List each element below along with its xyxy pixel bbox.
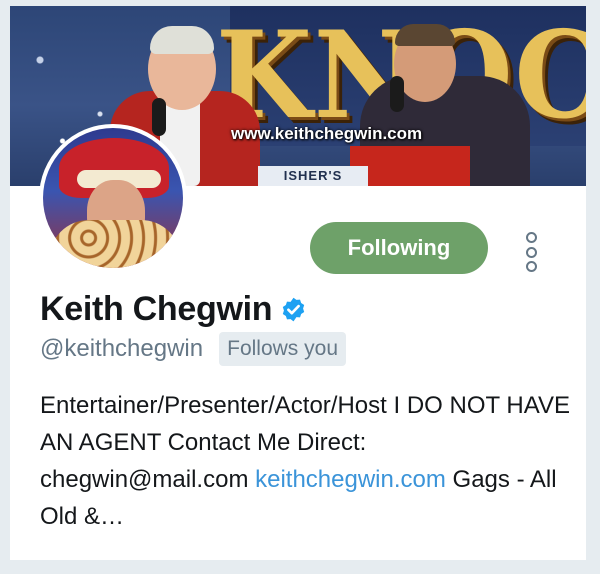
avatar-leopard-coat bbox=[49, 220, 181, 268]
profile-avatar[interactable] bbox=[39, 124, 187, 272]
more-dot bbox=[525, 261, 537, 272]
banner-podium bbox=[350, 146, 470, 186]
banner-person-right-hair bbox=[395, 24, 455, 46]
display-name[interactable]: Keith Chegwin bbox=[40, 290, 273, 329]
more-dot bbox=[525, 246, 537, 258]
avatar-photo bbox=[43, 128, 183, 268]
bio-website-link[interactable]: keithchegwin.com bbox=[255, 466, 446, 493]
microphone-icon bbox=[152, 98, 166, 136]
banner-sticker: ISHER'S bbox=[258, 166, 368, 186]
user-handle[interactable]: @keithchegwin bbox=[40, 335, 203, 363]
more-dot bbox=[525, 232, 537, 243]
name-row: Keith Chegwin bbox=[40, 290, 307, 329]
microphone-icon bbox=[390, 76, 404, 112]
more-vertical-icon[interactable] bbox=[522, 232, 540, 272]
verified-badge-icon bbox=[283, 297, 305, 322]
profile-bio: Entertainer/Presenter/Actor/Host I DO NO… bbox=[40, 387, 570, 535]
banner-watermark: www.keithchegwin.com bbox=[231, 124, 423, 143]
banner-person-left-hair bbox=[150, 26, 214, 54]
profile-card: KNOCK ISHER'S www.keithchegwin.com Follo… bbox=[10, 6, 586, 560]
follows-you-badge: Follows you bbox=[219, 332, 347, 366]
following-button[interactable]: Following bbox=[310, 222, 488, 274]
handle-row: @keithchegwin Follows you bbox=[40, 332, 347, 366]
